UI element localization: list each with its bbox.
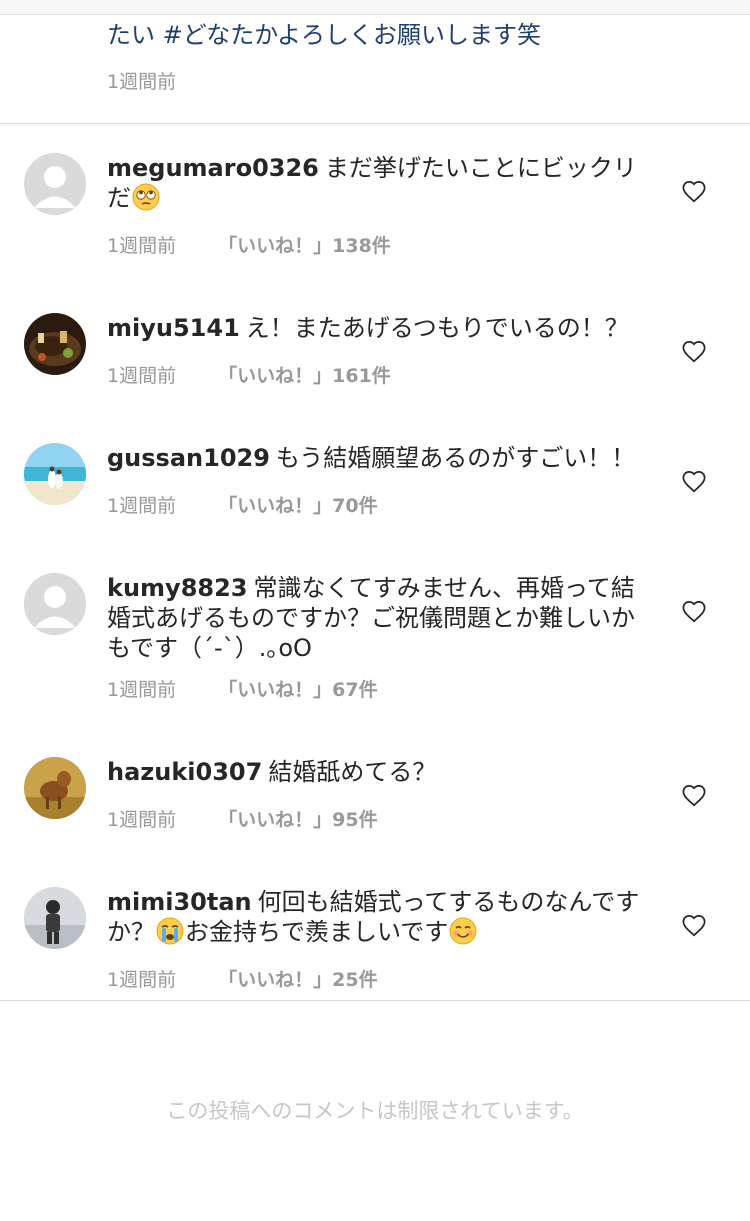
avatar[interactable]	[24, 313, 86, 375]
comment-timestamp: 1週間前	[107, 495, 177, 517]
comment-text: お金持ちで羨ましいです	[185, 918, 449, 946]
comment-text: え！またあげるつもりでいるの！？	[245, 314, 629, 342]
comment-meta: 1週間前 「いいね！」138件	[107, 231, 391, 258]
comment-likes[interactable]: 「いいね！」161件	[218, 365, 391, 387]
smiling-emoji	[449, 917, 477, 945]
comment-likes[interactable]: 「いいね！」25件	[218, 969, 377, 991]
comment-body: gussan1029 もう結婚願望あるのがすごい！！	[107, 443, 647, 473]
comment-timestamp: 1週間前	[107, 809, 177, 831]
comment-username[interactable]: mimi30tan	[107, 888, 252, 916]
heart-icon[interactable]	[681, 599, 707, 623]
comment-meta: 1週間前 「いいね！」67件	[107, 675, 378, 702]
comment-meta: 1週間前 「いいね！」95件	[107, 805, 378, 832]
comment-likes[interactable]: 「いいね！」138件	[218, 235, 391, 257]
avatar[interactable]	[24, 757, 86, 819]
caption-timestamp: 1週間前	[107, 71, 177, 93]
comment-meta: 1週間前 「いいね！」25件	[107, 965, 378, 992]
beach-photo-avatar	[24, 443, 86, 505]
comment-timestamp: 1週間前	[107, 365, 177, 387]
comment-text: もう結婚願望あるのがすごい！！	[275, 444, 636, 472]
avatar[interactable]	[24, 573, 86, 635]
comment-body: miyu5141 え！またあげるつもりでいるの！？	[107, 313, 647, 343]
comment-meta: 1週間前 「いいね！」70件	[107, 491, 378, 518]
comment-likes[interactable]: 「いいね！」70件	[218, 495, 377, 517]
comment-username[interactable]: kumy8823	[107, 574, 248, 602]
animal-photo-avatar	[24, 757, 86, 819]
divider	[0, 1000, 750, 1001]
comment-body: mimi30tan 何回も結婚式ってするものなんですか？ お金持ちで羨ましいです	[107, 887, 647, 947]
avatar[interactable]	[24, 887, 86, 949]
avatar[interactable]	[24, 443, 86, 505]
comment-body: kumy8823 常識なくてすみません、再婚って結婚式あげるものですか？ご祝儀問題…	[107, 573, 647, 663]
comment-username[interactable]: gussan1029	[107, 444, 270, 472]
comment-username[interactable]: megumaro0326	[107, 154, 319, 182]
comment-body: hazuki0307 結婚舐めてる？	[107, 757, 647, 787]
food-photo-avatar	[24, 313, 86, 375]
default-avatar-icon	[24, 153, 86, 215]
heart-icon[interactable]	[681, 179, 707, 203]
top-edge-bar	[0, 0, 750, 15]
heart-icon[interactable]	[681, 469, 707, 493]
comment-timestamp: 1週間前	[107, 969, 177, 991]
rolling-eyes-emoji	[132, 183, 160, 211]
comment-body: megumaro0326 まだ挙げたいことにビックリだ	[107, 153, 647, 213]
comments-disabled-notice: この投稿へのコメントは制限されています。	[166, 1099, 584, 1123]
comment-timestamp: 1週間前	[107, 679, 177, 701]
comment-text: 結婚舐めてる？	[268, 758, 437, 786]
heart-icon[interactable]	[681, 913, 707, 937]
default-avatar-icon	[24, 573, 86, 635]
heart-icon[interactable]	[681, 783, 707, 807]
person-photo-avatar	[24, 887, 86, 949]
comment-meta: 1週間前 「いいね！」161件	[107, 361, 391, 388]
divider	[0, 123, 750, 124]
comment-username[interactable]: hazuki0307	[107, 758, 262, 786]
comment-username[interactable]: miyu5141	[107, 314, 240, 342]
comment-likes[interactable]: 「いいね！」67件	[218, 679, 377, 701]
comment-timestamp: 1週間前	[107, 235, 177, 257]
avatar[interactable]	[24, 153, 86, 215]
comment-likes[interactable]: 「いいね！」95件	[218, 809, 377, 831]
caption-text: たい #どなたかよろしくお願いします笑	[107, 21, 542, 49]
crying-emoji	[156, 917, 184, 945]
heart-icon[interactable]	[681, 339, 707, 363]
